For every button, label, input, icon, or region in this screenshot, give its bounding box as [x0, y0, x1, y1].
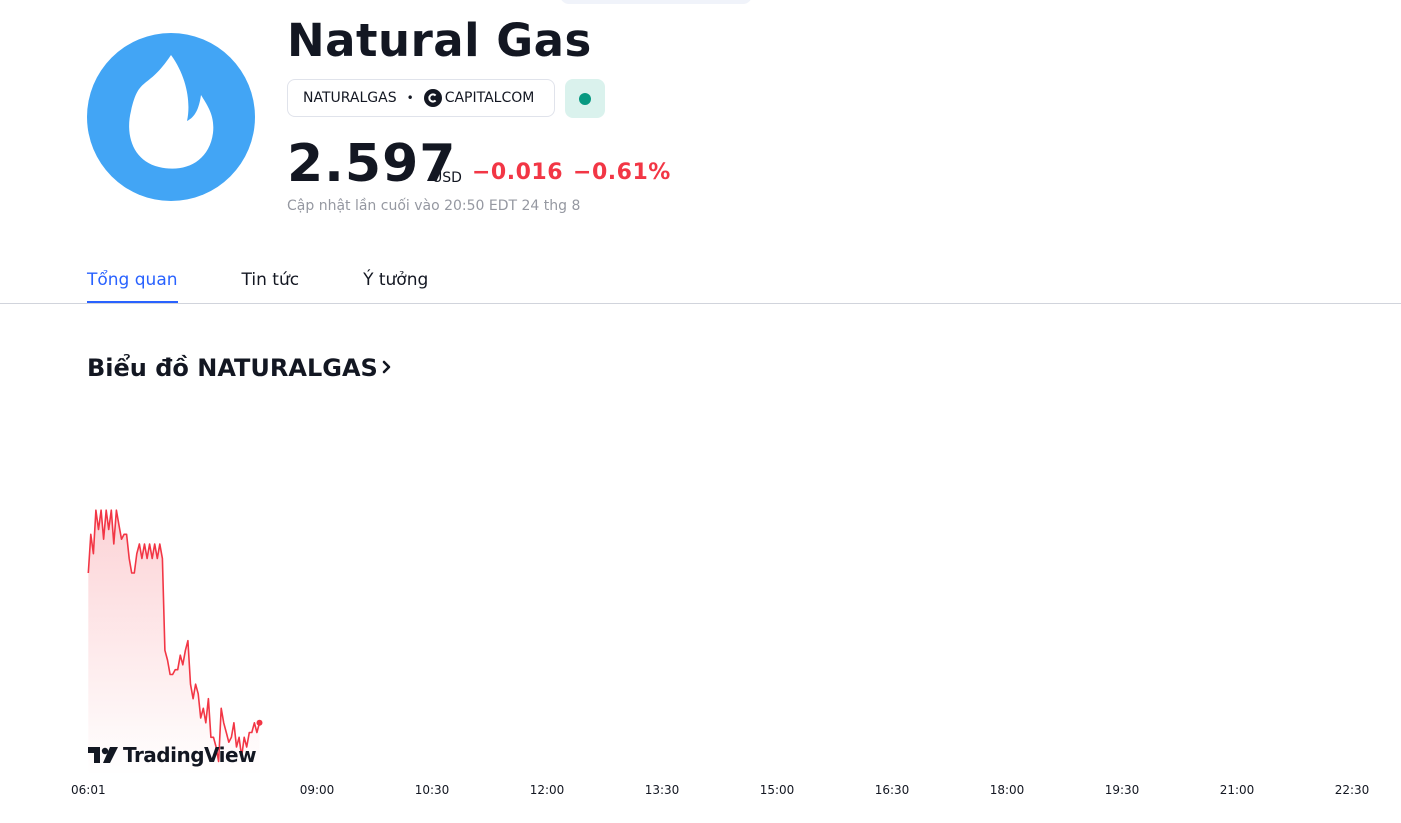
market-open-icon: [579, 92, 591, 105]
tradingview-label: TradingView: [123, 743, 257, 767]
tab-overview[interactable]: Tổng quan: [87, 270, 178, 304]
price-area-fill: [88, 510, 260, 776]
tab-ideas[interactable]: Ý tưởng: [363, 270, 428, 304]
x-tick-label: 22:30: [1334, 783, 1370, 797]
tab-bar: Tổng quan Tin tức Ý tưởng: [87, 270, 428, 304]
instrument-title: Natural Gas: [287, 14, 592, 67]
tradingview-logo-icon: [88, 747, 118, 763]
market-status-button[interactable]: [565, 79, 605, 118]
chevron-right-icon: [381, 354, 393, 382]
change-percent: −0.61%: [573, 160, 671, 185]
last-updated-text: Cập nhật lần cuối vào 20:50 EDT 24 thg 8: [287, 198, 581, 214]
chart-section-title[interactable]: Biểu đồ NATURALGAS: [87, 354, 393, 382]
change-absolute: −0.016: [472, 160, 564, 185]
x-tick-label: 21:00: [1219, 783, 1255, 797]
x-tick-label: 16:30: [874, 783, 910, 797]
last-price-marker: [256, 719, 263, 726]
exchange-label: CAPITALCOM: [444, 90, 535, 106]
price-chart[interactable]: [0, 420, 1401, 780]
x-tick-label: 09:00: [299, 783, 335, 797]
capitalcom-icon: [423, 89, 442, 107]
flame-icon: [129, 55, 214, 169]
tradingview-watermark[interactable]: TradingView: [88, 743, 257, 767]
x-tick-label: 12:00: [529, 783, 565, 797]
tab-divider: [0, 303, 1401, 304]
price-change: −0.016 −0.61%: [472, 160, 671, 185]
x-tick-label: 19:30: [1104, 783, 1140, 797]
currency-label: USD: [432, 170, 462, 186]
x-tick-label: 06:01: [71, 783, 106, 797]
tab-news[interactable]: Tin tức: [242, 270, 300, 304]
header-search-pill[interactable]: [560, 0, 752, 4]
instrument-logo: [87, 33, 255, 201]
x-tick-label: 18:00: [989, 783, 1025, 797]
symbol-label: NATURALGAS: [303, 90, 397, 106]
x-tick-label: 13:30: [644, 783, 680, 797]
x-tick-label: 15:00: [759, 783, 795, 797]
separator-dot: •: [406, 91, 414, 105]
x-tick-label: 10:30: [414, 783, 450, 797]
x-axis: 06:01 09:00 10:30 12:00 13:30 15:00 16:30 18:00…: [0, 783, 1401, 799]
symbol-exchange-button[interactable]: NATURALGAS • CAPITALCOM: [287, 79, 555, 117]
chart-title-label: Biểu đồ NATURALGAS: [87, 354, 378, 382]
